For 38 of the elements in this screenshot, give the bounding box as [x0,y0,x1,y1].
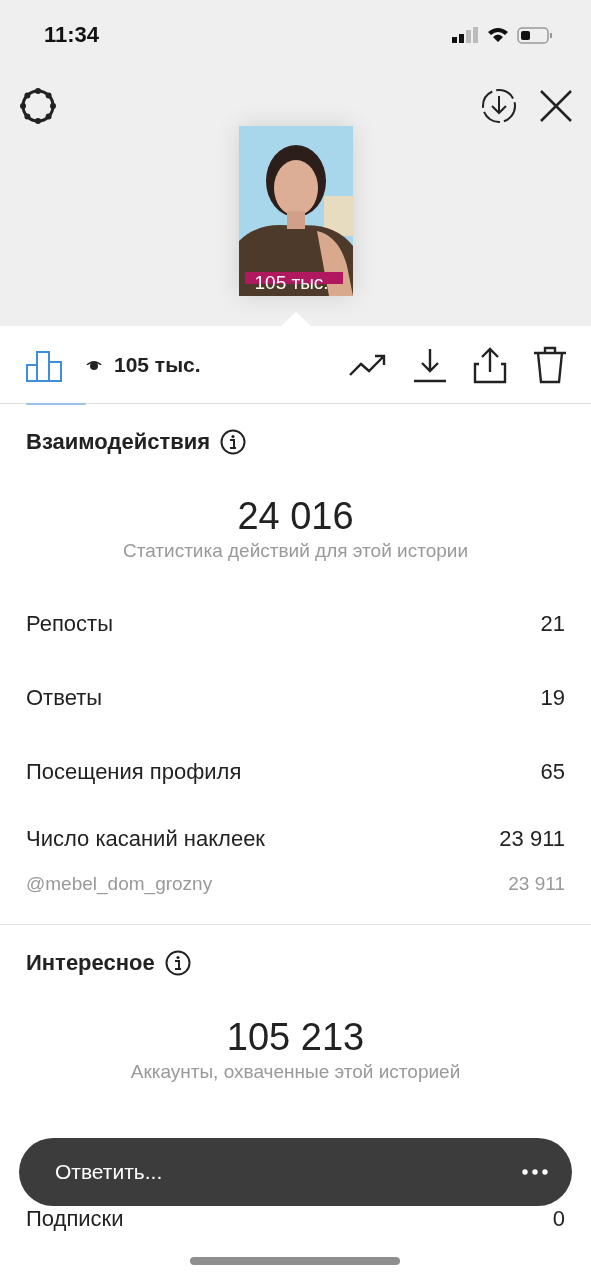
metric-label: Репосты [26,611,113,637]
reply-input[interactable]: Ответить... [53,1159,522,1185]
story-thumbnail[interactable]: 105 тыс. [238,126,353,296]
status-time: 11:34 [44,22,100,48]
trend-icon[interactable] [349,352,387,377]
views-count: 105 тыс. [114,352,201,377]
battery-icon [517,26,553,44]
total-value: 105 213 [225,1015,366,1060]
metric-label: Ответы [26,685,103,711]
metric-value: 23 911 [508,873,565,895]
metric-value: 65 [540,759,565,785]
metric-label: Число касаний наклеек [26,826,265,852]
close-icon[interactable] [539,89,573,123]
info-icon[interactable] [220,429,247,455]
share-icon[interactable] [473,345,507,384]
total-value: 24 016 [236,494,355,539]
metric-value: 0 [552,1206,565,1232]
download-icon[interactable] [481,88,517,124]
metric-value: 23 911 [499,826,565,852]
metric-label: Посещения профиля [26,759,242,785]
section-title: Интересное [26,950,155,976]
metric-value: 19 [540,685,565,711]
trash-icon[interactable] [533,345,567,384]
metric-label: Подписки [26,1206,124,1232]
total-caption: Аккаунты, охваченные этой историей [129,1060,462,1084]
metric-value: 21 [540,611,565,637]
section-title: Взаимодействия [26,429,211,455]
download-icon[interactable] [413,346,447,383]
eye-icon [86,358,102,371]
total-caption: Статистика действий для этой истории [121,539,470,563]
metric-label: @mebel_dom_grozny [26,873,213,895]
signal-icon [452,27,479,43]
settings-icon[interactable] [18,86,58,126]
reply-field[interactable]: Ответить... [19,1138,572,1206]
wifi-icon [487,27,509,43]
info-icon[interactable] [164,950,191,976]
views-overlay: 105 тыс. [254,272,329,294]
more-icon[interactable] [522,1169,548,1175]
